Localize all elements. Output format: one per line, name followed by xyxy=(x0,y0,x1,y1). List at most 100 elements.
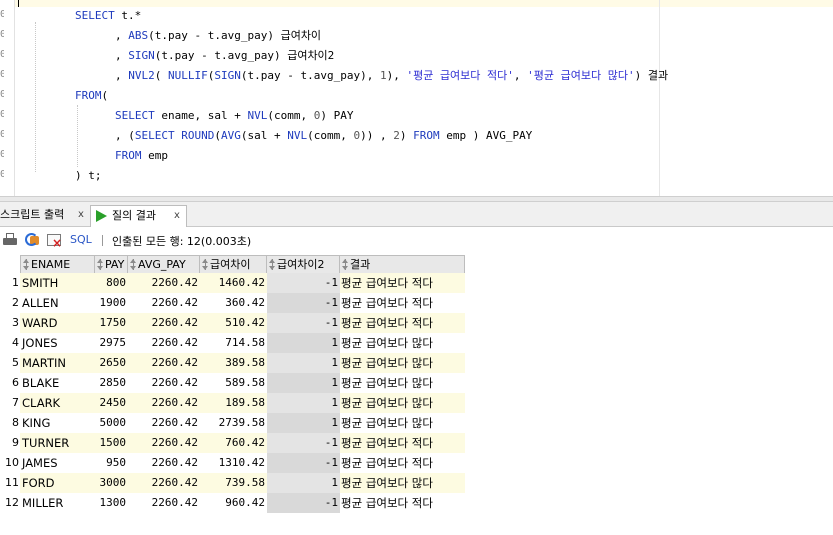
cell-result[interactable]: 평균 급여보다 적다 xyxy=(340,433,465,453)
cell-ename[interactable]: MARTIN xyxy=(20,353,95,373)
tab-script-output[interactable]: 스크립트 출력 x xyxy=(0,205,88,227)
row-number[interactable]: 10 xyxy=(0,453,19,473)
sort-icon[interactable] xyxy=(23,259,30,270)
cell-avg-pay[interactable]: 2260.42 xyxy=(128,293,200,313)
cell-ename[interactable]: ALLEN xyxy=(20,293,95,313)
cell-pay[interactable]: 1300 xyxy=(95,493,128,513)
cell-pay[interactable]: 1500 xyxy=(95,433,128,453)
cell-avg-pay[interactable]: 2260.42 xyxy=(128,453,200,473)
cell-pay-diff[interactable]: 2739.58 xyxy=(200,413,267,433)
column-header-ename[interactable]: ENAME xyxy=(20,255,95,274)
cell-pay-diff[interactable]: 589.58 xyxy=(200,373,267,393)
row-number[interactable]: 4 xyxy=(0,333,19,353)
cell-pay[interactable]: 5000 xyxy=(95,413,128,433)
cell-avg-pay[interactable]: 2260.42 xyxy=(128,433,200,453)
cell-pay-diff2[interactable]: 1 xyxy=(267,333,340,353)
cell-pay-diff[interactable]: 360.42 xyxy=(200,293,267,313)
cell-pay[interactable]: 2975 xyxy=(95,333,128,353)
cell-ename[interactable]: JAMES xyxy=(20,453,95,473)
sort-icon[interactable] xyxy=(342,259,349,270)
cell-result[interactable]: 평균 급여보다 적다 xyxy=(340,493,465,513)
sort-icon[interactable] xyxy=(269,259,276,270)
row-number[interactable]: 11 xyxy=(0,473,19,493)
row-number[interactable]: 6 xyxy=(0,373,19,393)
cell-pay[interactable]: 1900 xyxy=(95,293,128,313)
row-number[interactable]: 2 xyxy=(0,293,19,313)
close-icon[interactable]: x xyxy=(78,205,84,225)
cell-pay[interactable]: 2850 xyxy=(95,373,128,393)
cell-ename[interactable]: FORD xyxy=(20,473,95,493)
sql-editor[interactable]: 000000000 SELECT t.*, ABS(t.pay - t.avg_… xyxy=(0,0,833,196)
cell-avg-pay[interactable]: 2260.42 xyxy=(128,333,200,353)
cell-pay-diff2[interactable]: 1 xyxy=(267,473,340,493)
row-number[interactable]: 8 xyxy=(0,413,19,433)
cell-pay-diff[interactable]: 739.58 xyxy=(200,473,267,493)
cell-ename[interactable]: KING xyxy=(20,413,95,433)
print-icon[interactable] xyxy=(2,232,18,248)
cell-avg-pay[interactable]: 2260.42 xyxy=(128,393,200,413)
sort-icon[interactable] xyxy=(97,259,104,270)
row-number[interactable]: 1 xyxy=(0,273,19,293)
cell-pay-diff2[interactable]: -1 xyxy=(267,293,340,313)
cell-result[interactable]: 평균 급여보다 적다 xyxy=(340,313,465,333)
cell-pay-diff2[interactable]: 1 xyxy=(267,353,340,373)
row-number[interactable]: 3 xyxy=(0,313,19,333)
cell-avg-pay[interactable]: 2260.42 xyxy=(128,493,200,513)
row-number[interactable]: 12 xyxy=(0,493,19,513)
close-icon[interactable]: x xyxy=(174,206,180,226)
result-grid[interactable]: ENAME PAY AVG_PAY 급여차이 급여차이2 결과 1 SMITH 80… xyxy=(0,253,833,535)
cell-pay[interactable]: 3000 xyxy=(95,473,128,493)
cell-avg-pay[interactable]: 2260.42 xyxy=(128,273,200,293)
cell-result[interactable]: 평균 급여보다 적다 xyxy=(340,453,465,473)
cell-result[interactable]: 평균 급여보다 많다 xyxy=(340,353,465,373)
cell-pay[interactable]: 950 xyxy=(95,453,128,473)
refresh-icon[interactable] xyxy=(24,232,40,248)
cell-ename[interactable]: JONES xyxy=(20,333,95,353)
cell-pay-diff2[interactable]: -1 xyxy=(267,493,340,513)
cell-result[interactable]: 평균 급여보다 많다 xyxy=(340,473,465,493)
cell-pay[interactable]: 1750 xyxy=(95,313,128,333)
cancel-icon[interactable]: × xyxy=(47,232,63,249)
cell-pay[interactable]: 2650 xyxy=(95,353,128,373)
cell-pay-diff[interactable]: 1310.42 xyxy=(200,453,267,473)
cell-pay-diff2[interactable]: -1 xyxy=(267,453,340,473)
sort-icon[interactable] xyxy=(130,259,137,270)
cell-pay-diff[interactable]: 960.42 xyxy=(200,493,267,513)
cell-pay-diff2[interactable]: -1 xyxy=(267,273,340,293)
cell-ename[interactable]: BLAKE xyxy=(20,373,95,393)
cell-pay-diff[interactable]: 389.58 xyxy=(200,353,267,373)
cell-avg-pay[interactable]: 2260.42 xyxy=(128,413,200,433)
cell-pay-diff2[interactable]: -1 xyxy=(267,433,340,453)
cell-ename[interactable]: SMITH xyxy=(20,273,95,293)
cell-pay-diff[interactable]: 714.58 xyxy=(200,333,267,353)
row-number[interactable]: 5 xyxy=(0,353,19,373)
cell-pay-diff[interactable]: 189.58 xyxy=(200,393,267,413)
cell-result[interactable]: 평균 급여보다 적다 xyxy=(340,273,465,293)
column-header-avg-pay[interactable]: AVG_PAY xyxy=(128,255,200,274)
cell-result[interactable]: 평균 급여보다 많다 xyxy=(340,373,465,393)
cell-avg-pay[interactable]: 2260.42 xyxy=(128,353,200,373)
cell-ename[interactable]: WARD xyxy=(20,313,95,333)
sql-link[interactable]: SQL xyxy=(70,233,92,246)
cell-ename[interactable]: CLARK xyxy=(20,393,95,413)
cell-avg-pay[interactable]: 2260.42 xyxy=(128,373,200,393)
cell-ename[interactable]: MILLER xyxy=(20,493,95,513)
cell-pay-diff[interactable]: 510.42 xyxy=(200,313,267,333)
cell-result[interactable]: 평균 급여보다 많다 xyxy=(340,333,465,353)
column-header-result[interactable]: 결과 xyxy=(340,255,465,274)
cell-avg-pay[interactable]: 2260.42 xyxy=(128,313,200,333)
cell-pay-diff2[interactable]: 1 xyxy=(267,373,340,393)
cell-pay-diff[interactable]: 1460.42 xyxy=(200,273,267,293)
cell-pay-diff2[interactable]: -1 xyxy=(267,313,340,333)
cell-result[interactable]: 평균 급여보다 많다 xyxy=(340,413,465,433)
column-header-pay-diff2[interactable]: 급여차이2 xyxy=(267,255,340,274)
row-number[interactable]: 9 xyxy=(0,433,19,453)
cell-pay[interactable]: 800 xyxy=(95,273,128,293)
cell-pay-diff2[interactable]: 1 xyxy=(267,393,340,413)
column-header-pay-diff[interactable]: 급여차이 xyxy=(200,255,267,274)
cell-pay-diff[interactable]: 760.42 xyxy=(200,433,267,453)
sort-icon[interactable] xyxy=(202,259,209,270)
cell-result[interactable]: 평균 급여보다 적다 xyxy=(340,293,465,313)
cell-result[interactable]: 평균 급여보다 많다 xyxy=(340,393,465,413)
column-header-pay[interactable]: PAY xyxy=(95,255,128,274)
